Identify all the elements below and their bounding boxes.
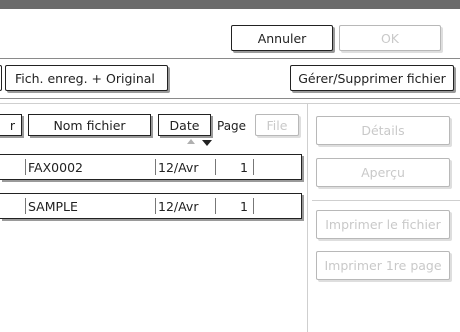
top-bar <box>0 0 460 9</box>
manage-delete-file-button[interactable]: Gérer/Supprimer fichier <box>290 65 454 91</box>
sort-ascending-icon[interactable] <box>187 139 195 144</box>
print-file-button[interactable]: Imprimer le fichier <box>316 210 450 239</box>
cell-separator <box>25 159 26 175</box>
page-count-cell: 1 <box>240 199 248 214</box>
file-button[interactable]: File <box>255 114 299 136</box>
cancel-button[interactable]: Annuler <box>231 25 333 51</box>
cell-separator <box>155 159 156 175</box>
table-row[interactable]: FAX0002 12/Avr 1 <box>0 154 302 180</box>
column-header-filename[interactable]: Nom fichier <box>28 114 151 136</box>
side-divider <box>312 200 460 201</box>
column-header-filename-label: Nom fichier <box>53 117 126 133</box>
column-header-partial[interactable]: r <box>0 114 22 136</box>
toolbar-divider <box>0 98 460 99</box>
panel-divider <box>307 104 308 332</box>
ok-button[interactable]: OK <box>339 25 441 51</box>
sort-descending-icon[interactable] <box>202 140 212 146</box>
cell-separator <box>215 159 216 175</box>
cell-separator <box>25 198 26 214</box>
file-name-cell: SAMPLE <box>28 199 78 214</box>
date-cell: 12/Avr <box>158 199 199 214</box>
column-header-partial-label: r <box>9 117 15 133</box>
header-divider <box>0 58 460 59</box>
file-name-cell: FAX0002 <box>28 160 83 175</box>
column-header-date[interactable]: Date <box>158 114 211 136</box>
table-row[interactable]: SAMPLE 12/Avr 1 <box>0 193 302 219</box>
print-first-page-button[interactable]: Imprimer 1re page <box>316 251 450 280</box>
date-cell: 12/Avr <box>158 160 199 175</box>
page-count-cell: 1 <box>240 160 248 175</box>
cell-separator <box>155 198 156 214</box>
details-button[interactable]: Détails <box>316 116 450 145</box>
column-header-date-label: Date <box>169 117 200 133</box>
cell-separator <box>253 198 254 214</box>
cell-separator <box>215 198 216 214</box>
preview-button[interactable]: Aperçu <box>316 158 450 187</box>
cell-separator <box>253 159 254 175</box>
column-header-page: Page <box>217 119 247 133</box>
left-edge-bracket <box>0 65 2 91</box>
file-tab-button[interactable]: Fich. enreg. + Original <box>5 65 168 91</box>
toolbar-divider-light <box>0 103 460 104</box>
